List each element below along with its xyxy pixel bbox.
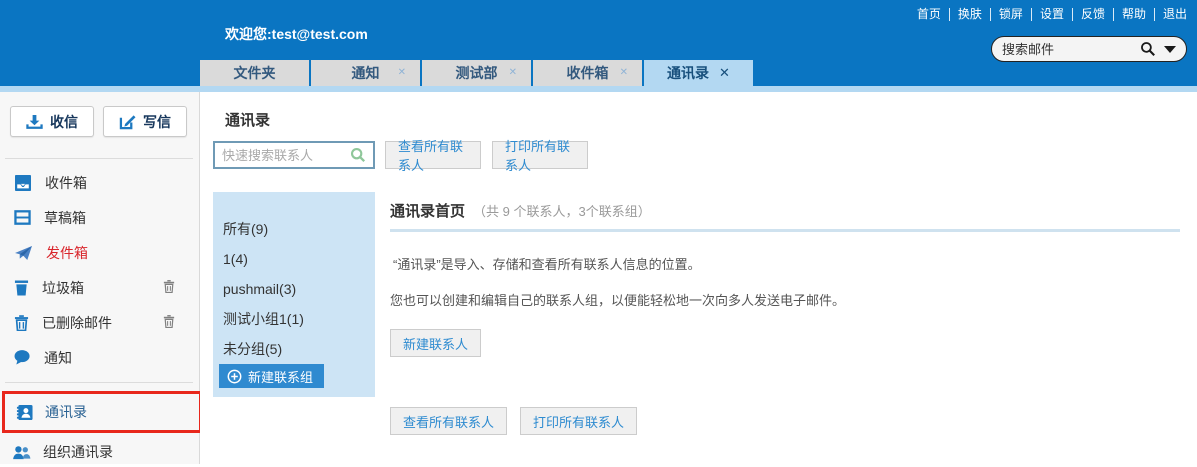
link-feedback[interactable]: 反馈 (1073, 8, 1114, 21)
main-content: 通讯录 查看所有联系人 打印所有联系人 所有(9) 1(4) pushmail(… (200, 92, 1197, 464)
webmail-page: 欢迎您:test@test.com 首页 换肤 锁屏 设置 反馈 帮助 退出 文… (0, 0, 1197, 464)
sidebar-actions: 收信 写信 (10, 106, 187, 137)
inbox-icon (14, 175, 32, 191)
notice-icon (14, 350, 31, 365)
link-logout[interactable]: 退出 (1155, 8, 1187, 21)
new-contact-button[interactable]: 新建联系人 (390, 329, 481, 357)
top-header: 欢迎您:test@test.com 首页 换肤 锁屏 设置 反馈 帮助 退出 文… (0, 0, 1197, 86)
contact-groups-panel: 所有(9) 1(4) pushmail(3) 测试小组1(1) 未分组(5) 新… (213, 192, 375, 397)
mail-search-input[interactable] (1002, 42, 1140, 57)
send-icon (14, 245, 33, 261)
receive-icon (26, 114, 43, 130)
sidebar-item-contacts[interactable]: 通讯录 (2, 391, 202, 433)
top-nav-links: 首页 换肤 锁屏 设置 反馈 帮助 退出 (909, 8, 1187, 21)
close-icon[interactable]: ✕ (509, 67, 517, 78)
view-all-contacts-button-bottom[interactable]: 查看所有联系人 (390, 407, 507, 435)
link-skin[interactable]: 换肤 (950, 8, 991, 21)
group-item-ungrouped[interactable]: 未分组(5) (213, 334, 375, 364)
tab-notice[interactable]: 通知 ✕ (311, 60, 420, 86)
receive-mail-button[interactable]: 收信 (10, 106, 94, 137)
group-item-test-team[interactable]: 测试小组1(1) (213, 304, 375, 334)
search-icon[interactable] (350, 147, 366, 163)
deleted-mail-icon (14, 315, 29, 331)
print-all-contacts-button[interactable]: 打印所有联系人 (492, 141, 588, 169)
print-all-contacts-button-bottom[interactable]: 打印所有联系人 (520, 407, 637, 435)
compose-icon (119, 114, 136, 130)
sidebar-item-notice[interactable]: 通知 (0, 340, 199, 375)
junk-icon (14, 280, 29, 296)
sidebar-item-inbox[interactable]: 收件箱 (0, 165, 199, 200)
plus-circle-icon (227, 369, 242, 384)
sidebar-item-org-contacts[interactable]: 组织通讯录 (0, 437, 199, 467)
org-contacts-icon (12, 445, 31, 460)
contacts-home-header: 通讯录首页 （共 9 个联系人，3个联系组） (390, 200, 1180, 221)
close-icon[interactable]: ✕ (398, 67, 406, 78)
contacts-home-section: 通讯录首页 （共 9 个联系人，3个联系组） “通讯录”是导入、存储和查看所有联… (390, 200, 1180, 357)
group-item-pushmail[interactable]: pushmail(3) (213, 274, 375, 304)
tab-inbox[interactable]: 收件箱 ✕ (533, 60, 642, 86)
sidebar-item-drafts[interactable]: 草稿箱 (0, 200, 199, 235)
description-line-1: “通讯录”是导入、存储和查看所有联系人信息的位置。 (390, 254, 1180, 273)
empty-junk-icon[interactable] (163, 280, 175, 293)
welcome-text: 欢迎您:test@test.com (225, 24, 368, 44)
tab-test-dept[interactable]: 测试部 ✕ (422, 60, 531, 86)
bottom-actions: 查看所有联系人 打印所有联系人 (390, 407, 637, 435)
contacts-count-note: （共 9 个联系人，3个联系组） (473, 201, 651, 220)
sidebar-item-deleted[interactable]: 已删除邮件 (0, 305, 199, 340)
sidebar-folder-list: 收件箱 草稿箱 发件箱 (0, 165, 199, 375)
mail-search-box[interactable] (991, 36, 1187, 62)
tab-contacts[interactable]: 通讯录 ✕ (644, 60, 753, 86)
new-contact-group-button[interactable]: 新建联系组 (219, 364, 324, 388)
heading-underline (390, 229, 1180, 232)
compose-mail-button[interactable]: 写信 (103, 106, 187, 137)
search-icon[interactable] (1140, 41, 1156, 57)
view-all-contacts-button[interactable]: 查看所有联系人 (385, 141, 481, 169)
link-home[interactable]: 首页 (909, 8, 950, 21)
draft-icon (14, 210, 31, 225)
search-dropdown-icon[interactable] (1164, 46, 1176, 53)
group-item-all[interactable]: 所有(9) (213, 214, 375, 244)
link-settings[interactable]: 设置 (1032, 8, 1073, 21)
contacts-book-icon (16, 404, 33, 421)
link-lock[interactable]: 锁屏 (991, 8, 1032, 21)
description-line-2: 您也可以创建和编辑自己的联系人组，以便能轻松地一次向多人发送电子邮件。 (390, 290, 1180, 309)
tab-folders[interactable]: 文件夹 (200, 60, 309, 86)
sidebar-divider (5, 382, 193, 383)
quick-search-input[interactable] (222, 148, 350, 163)
close-icon[interactable]: ✕ (620, 67, 628, 78)
quick-search-box[interactable] (213, 141, 375, 169)
link-help[interactable]: 帮助 (1114, 8, 1155, 21)
close-icon[interactable]: ✕ (719, 65, 730, 81)
sidebar-item-junk[interactable]: 垃圾箱 (0, 270, 199, 305)
page-title: 通讯录 (225, 109, 270, 130)
sidebar: 收信 写信 收件箱 (0, 92, 200, 464)
empty-deleted-icon[interactable] (163, 315, 175, 328)
group-item-1[interactable]: 1(4) (213, 244, 375, 274)
sidebar-divider (5, 158, 193, 159)
sidebar-item-sent[interactable]: 发件箱 (0, 235, 199, 270)
tab-bar: 文件夹 通知 ✕ 测试部 ✕ 收件箱 ✕ 通讯录 ✕ (200, 60, 755, 86)
contacts-home-heading: 通讯录首页 (390, 200, 465, 221)
